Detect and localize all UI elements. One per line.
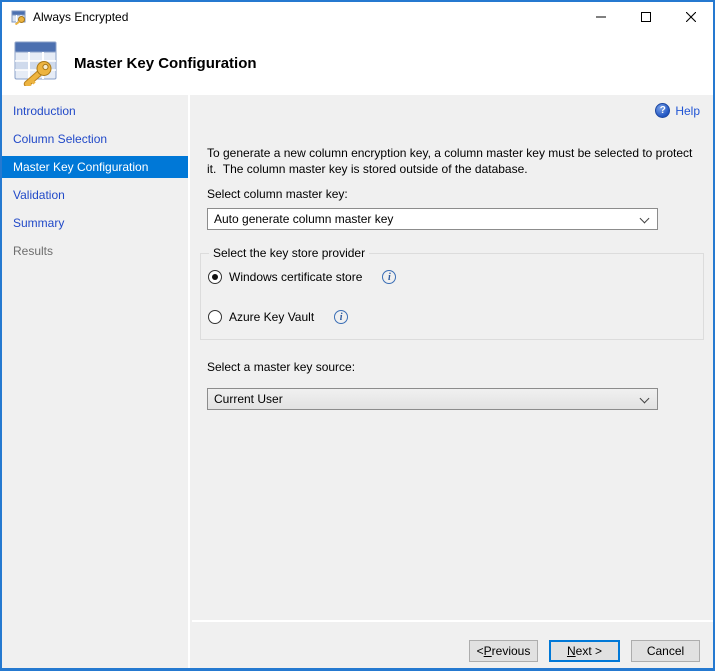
sidebar-item-validation[interactable]: Validation (2, 184, 188, 206)
app-table-key-icon (11, 9, 27, 25)
windows-certificate-store-label: Windows certificate store (229, 270, 362, 284)
help-icon: ? (655, 103, 670, 118)
always-encrypted-dialog: Always Encrypted (0, 0, 715, 671)
sidebar-item-results: Results (2, 240, 188, 262)
previous-button-text: revious (492, 644, 531, 658)
key-store-provider-group-label: Select the key store provider (209, 246, 369, 260)
sidebar-item-label: Validation (13, 188, 65, 202)
master-key-source-label: Select a master key source: (207, 360, 355, 374)
next-button-text: ext > (576, 644, 602, 658)
master-key-source-dropdown-value: Current User (214, 392, 283, 406)
sidebar-item-label: Summary (13, 216, 64, 230)
next-button-accesskey: N (567, 644, 576, 658)
chevron-down-icon (640, 214, 650, 224)
master-key-label: Select column master key: (207, 187, 348, 201)
footer-button-bar: < Previous Next > Cancel (192, 640, 713, 662)
cancel-button-text: Cancel (647, 644, 684, 658)
description-text: To generate a new column encryption key,… (207, 145, 707, 177)
azure-key-vault-radio[interactable] (208, 310, 222, 324)
footer-separator (192, 620, 713, 622)
page-title: Master Key Configuration (74, 31, 257, 95)
wizard-header: Master Key Configuration (2, 31, 713, 95)
sidebar-item-label: Column Selection (13, 132, 107, 146)
key-store-provider-group: Select the key store provider Windows ce… (200, 253, 704, 340)
master-key-source-dropdown[interactable]: Current User (207, 388, 658, 410)
radio-row-azure-key-vault: Azure Key Vault i (208, 310, 348, 324)
main-pane: ? Help To generate a new column encrypti… (192, 95, 713, 668)
sidebar-item-column-selection[interactable]: Column Selection (2, 128, 188, 150)
previous-button-accesskey: P (484, 644, 492, 658)
master-key-dropdown[interactable]: Auto generate column master key (207, 208, 658, 230)
minimize-button[interactable] (578, 2, 623, 31)
window-title: Always Encrypted (33, 10, 128, 24)
master-key-dropdown-value: Auto generate column master key (214, 212, 393, 226)
maximize-button[interactable] (623, 2, 668, 31)
sidebar-item-master-key-configuration[interactable]: Master Key Configuration (2, 156, 188, 178)
sidebar-item-summary[interactable]: Summary (2, 212, 188, 234)
close-button[interactable] (668, 2, 713, 31)
previous-button[interactable]: < Previous (469, 640, 538, 662)
info-icon[interactable]: i (382, 270, 396, 284)
wizard-steps-sidebar: Introduction Column Selection Master Key… (2, 95, 190, 668)
previous-button-text: < (477, 644, 484, 658)
cancel-button[interactable]: Cancel (631, 640, 700, 662)
chevron-down-icon (640, 394, 650, 404)
table-key-icon (12, 38, 60, 91)
next-button[interactable]: Next > (549, 640, 620, 662)
radio-row-windows-certificate-store: Windows certificate store i (208, 270, 396, 284)
windows-certificate-store-radio[interactable] (208, 270, 222, 284)
sidebar-item-introduction[interactable]: Introduction (2, 100, 188, 122)
sidebar-item-label: Results (13, 244, 53, 258)
title-bar: Always Encrypted (2, 2, 713, 31)
sidebar-item-label: Introduction (13, 104, 76, 118)
help-link[interactable]: ? Help (655, 103, 700, 118)
help-label: Help (675, 104, 700, 118)
sidebar-item-label: Master Key Configuration (13, 160, 148, 174)
info-icon[interactable]: i (334, 310, 348, 324)
azure-key-vault-label: Azure Key Vault (229, 310, 314, 324)
